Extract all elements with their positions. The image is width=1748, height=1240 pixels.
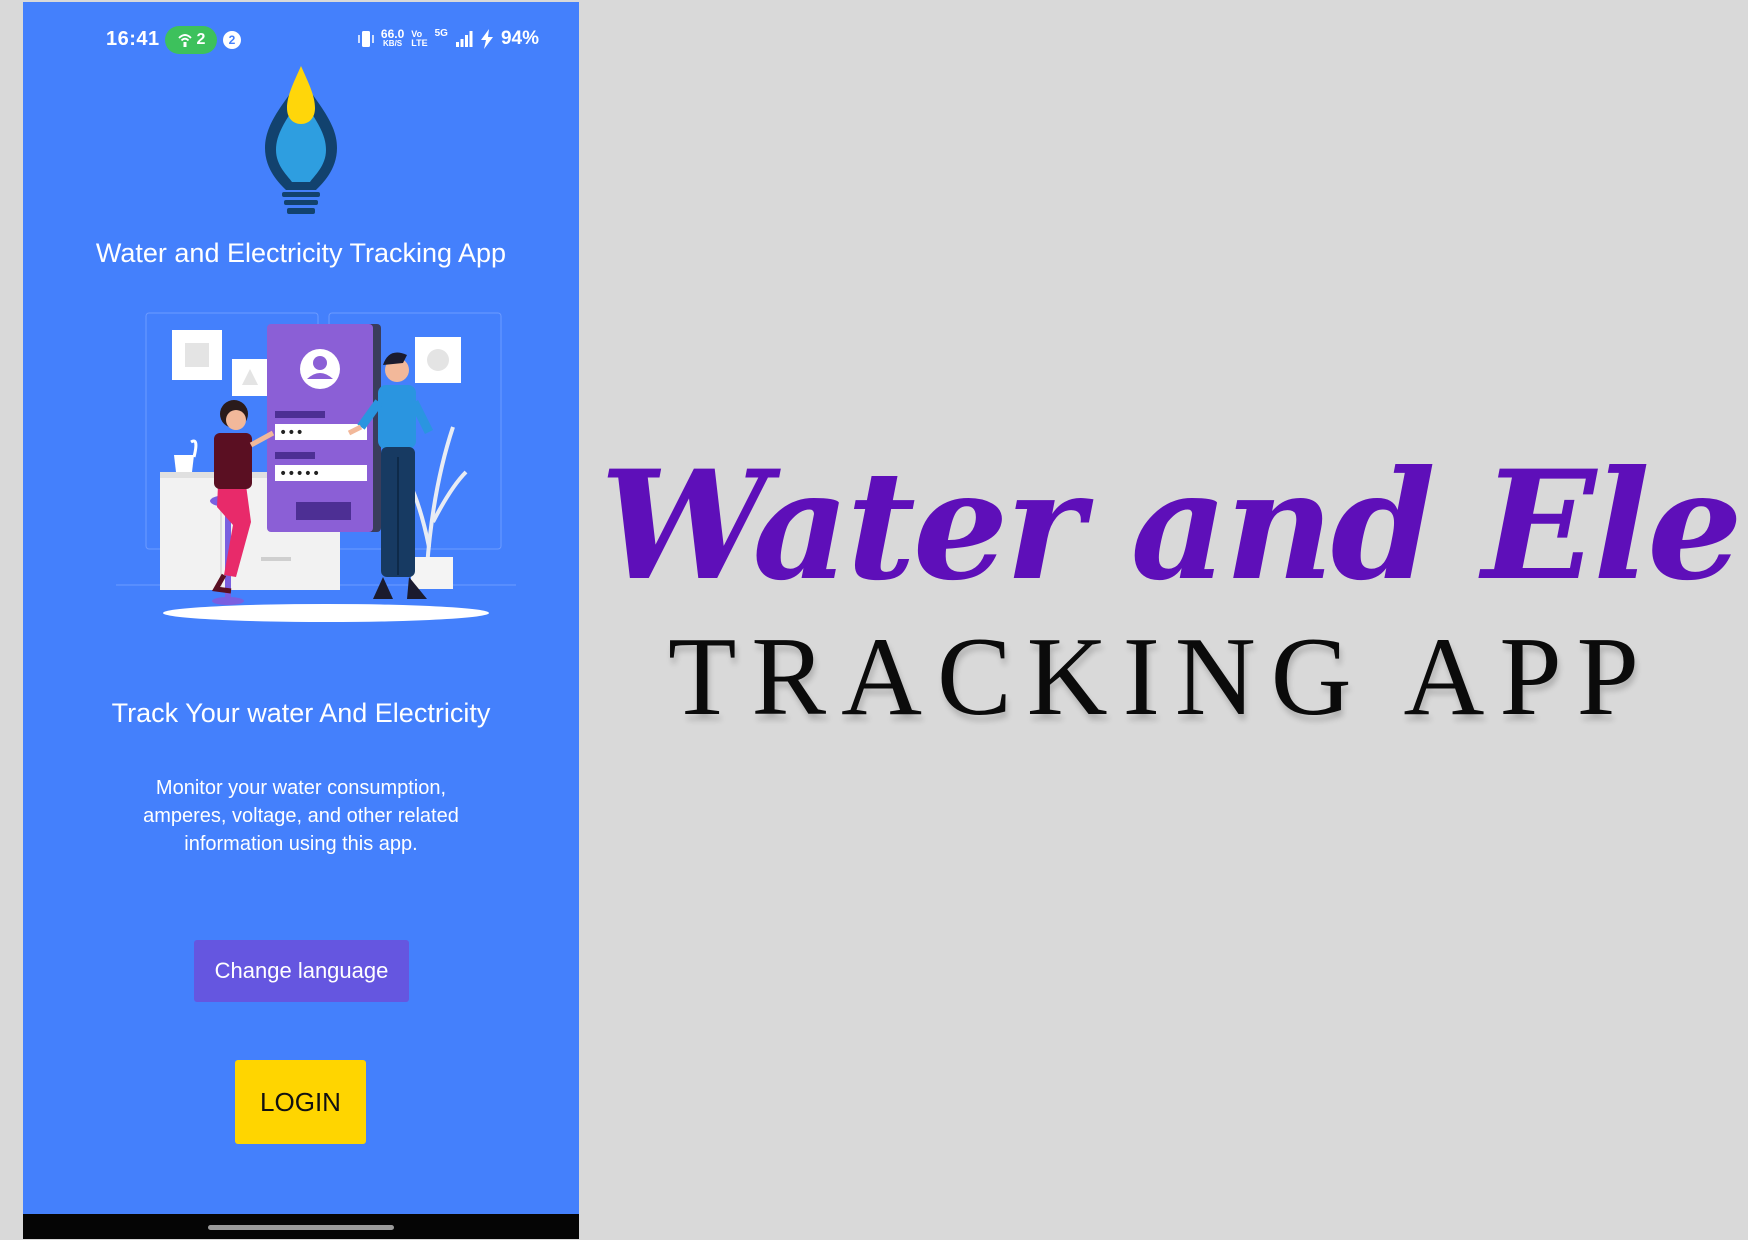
password-dots-short: ••• [279,425,304,441]
navigation-bar [23,1214,579,1239]
app-title: Water and Electricity Tracking App [95,238,507,268]
login-illustration: ••• ••••• [116,312,516,622]
home-indicator[interactable] [208,1225,394,1230]
promo-subtitle: TRACKING APP [668,615,1654,739]
promo-canvas: 16:41 2 2 66.0 KB/S Vo LTE 5G 94% Water … [0,0,1748,1240]
promo-title: Water and Ele. [600,438,1748,614]
battery-level: 94% [500,28,539,49]
network-type: 5G [434,28,448,39]
status-icons: 66.0 KB/S Vo LTE 5G 94% [358,28,539,50]
net-speed-unit: KB/S [383,39,403,48]
change-language-button[interactable]: Change language [194,940,409,1002]
login-button[interactable]: LOGIN [235,1060,366,1144]
vibrate-icon [358,31,374,47]
password-dots-long: ••••• [279,466,320,482]
charging-icon [480,29,493,49]
hotspot-icon [177,34,192,47]
notification-badge: 2 [223,31,241,49]
status-time: 16:41 [106,28,160,50]
bulb-logo-icon [265,66,337,214]
volte-bottom: LTE [411,38,428,48]
phone-screen: 16:41 2 2 66.0 KB/S Vo LTE 5G 94% Water … [23,2,579,1239]
volte-indicator: Vo LTE [411,30,427,48]
hotspot-count: 2 [196,31,206,48]
hotspot-indicator: 2 [165,26,217,54]
signal-icon [455,31,473,47]
tagline: Track Your water And Electricity [111,698,491,728]
net-speed: 66.0 KB/S [380,27,405,49]
app-description: Monitor your water consumption, amperes,… [143,777,459,855]
net-speed-value: 66.0 [380,27,405,41]
